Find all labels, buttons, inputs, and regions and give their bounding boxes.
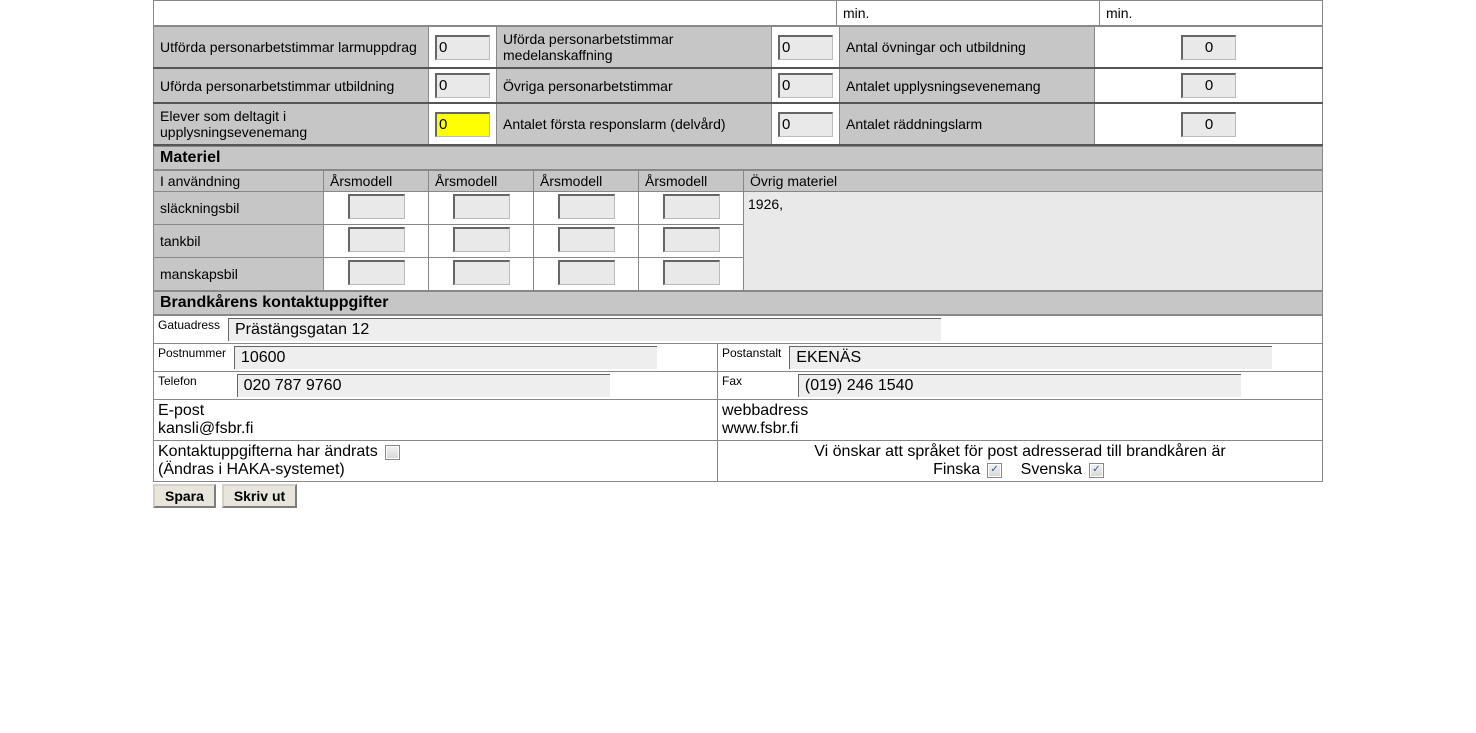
field-epost[interactable]: kansli@fsbr.fi — [158, 420, 713, 438]
lab-utforda-utbildning: Uförda personarbetstimmar utbildning — [154, 68, 429, 103]
mat-h-arsmodell-2: Årsmodell — [429, 171, 534, 192]
val-utforda-utbildning[interactable]: 0 — [429, 68, 497, 103]
mat-man-y2[interactable] — [429, 258, 534, 291]
min-label-1: min. — [837, 1, 1100, 26]
mat-tank-y3[interactable] — [534, 225, 639, 258]
val-antal-ovningar[interactable]: 0 — [1095, 27, 1323, 69]
mat-slack-y3[interactable] — [534, 192, 639, 225]
mat-h-arsmodell-1: Årsmodell — [324, 171, 429, 192]
lab-kontakt-andrats: Kontaktuppgifterna har ändrats — [158, 443, 378, 460]
contact-table: Gatuadress Prästängsgatan 12 Postnummer … — [153, 315, 1323, 482]
lab-fax: Fax — [722, 374, 746, 388]
val-responslarm[interactable]: 0 — [772, 103, 840, 145]
mat-slack-y4[interactable] — [639, 192, 744, 225]
lab-finska: Finska — [933, 461, 980, 478]
val-ovriga-timmar[interactable]: 0 — [772, 68, 840, 103]
val-elever[interactable]: 0 — [429, 103, 497, 145]
checkbox-kontakt-andrats[interactable] — [385, 445, 400, 460]
val-utforda-larm[interactable]: 0 — [429, 27, 497, 69]
mat-row-slackningsbil: släckningsbil — [154, 192, 324, 225]
val-utforda-medel[interactable]: 0 — [772, 27, 840, 69]
mat-tank-y4[interactable] — [639, 225, 744, 258]
mat-slack-y1[interactable] — [324, 192, 429, 225]
mat-h-arsmodell-4: Årsmodell — [639, 171, 744, 192]
field-webbadress[interactable]: www.fsbr.fi — [722, 420, 1318, 438]
lab-utforda-larm: Utförda personarbetstimmar larmuppdrag — [154, 27, 429, 69]
mat-row-manskapsbil: manskapsbil — [154, 258, 324, 291]
lab-epost: E-post — [158, 402, 713, 420]
lab-responslarm: Antalet första responslarm (delvård) — [497, 103, 772, 145]
stats-table: Utförda personarbetstimmar larmuppdrag 0… — [153, 26, 1323, 146]
lab-webbadress: webbadress — [722, 402, 1318, 420]
val-raddningslarm[interactable]: 0 — [1095, 103, 1323, 145]
mat-h-ovrig: Övrig materiel — [744, 171, 1323, 192]
mat-man-y3[interactable] — [534, 258, 639, 291]
mat-row-tankbil: tankbil — [154, 225, 324, 258]
field-postnummer[interactable]: 10600 — [234, 346, 657, 369]
save-button[interactable]: Spara — [153, 484, 216, 508]
field-telefon[interactable]: 020 787 9760 — [237, 374, 610, 397]
checkbox-finska[interactable]: ✓ — [987, 463, 1002, 478]
lab-ovriga-timmar: Övriga personarbetstimmar — [497, 68, 772, 103]
row-min: min. min. — [153, 0, 1323, 26]
lab-postnummer: Postnummer — [158, 346, 230, 360]
val-antalet-upplysning[interactable]: 0 — [1095, 68, 1323, 103]
lab-antal-ovningar: Antal övningar och utbildning — [840, 27, 1095, 69]
lab-gatuadress: Gatuadress — [158, 318, 224, 332]
lab-elever: Elever som deltagit i upplysningsevenema… — [154, 103, 429, 145]
lab-utforda-medel: Uförda personarbetstimmar medelanskaffni… — [497, 27, 772, 69]
lab-haka: (Ändras i HAKA-systemet) — [158, 461, 345, 478]
materiel-table: I användning Årsmodell Årsmodell Årsmode… — [153, 170, 1323, 291]
lab-postanstalt: Postanstalt — [722, 346, 785, 360]
lab-svenska: Svenska — [1021, 461, 1082, 478]
print-button[interactable]: Skriv ut — [222, 484, 297, 508]
lab-sprak: Vi önskar att språket för post adressera… — [814, 443, 1225, 460]
mat-man-y1[interactable] — [324, 258, 429, 291]
field-gatuadress[interactable]: Prästängsgatan 12 — [228, 318, 941, 341]
mat-man-y4[interactable] — [639, 258, 744, 291]
lab-antalet-upplysning: Antalet upplysningsevenemang — [840, 68, 1095, 103]
min-label-2: min. — [1100, 1, 1323, 26]
mat-tank-y1[interactable] — [324, 225, 429, 258]
lab-raddningslarm: Antalet räddningslarm — [840, 103, 1095, 145]
mat-slack-y2[interactable] — [429, 192, 534, 225]
mat-h-anvandning: I användning — [154, 171, 324, 192]
mat-h-arsmodell-3: Årsmodell — [534, 171, 639, 192]
field-fax[interactable]: (019) 246 1540 — [798, 374, 1241, 397]
mat-tank-y2[interactable] — [429, 225, 534, 258]
lab-telefon: Telefon — [158, 374, 201, 388]
section-contact: Brandkårens kontaktuppgifter — [153, 291, 1323, 315]
section-materiel: Materiel — [153, 146, 1323, 170]
mat-ovrig-field[interactable]: 1926, — [744, 192, 1323, 291]
checkbox-svenska[interactable]: ✓ — [1089, 463, 1104, 478]
field-postanstalt[interactable]: EKENÄS — [789, 346, 1272, 369]
